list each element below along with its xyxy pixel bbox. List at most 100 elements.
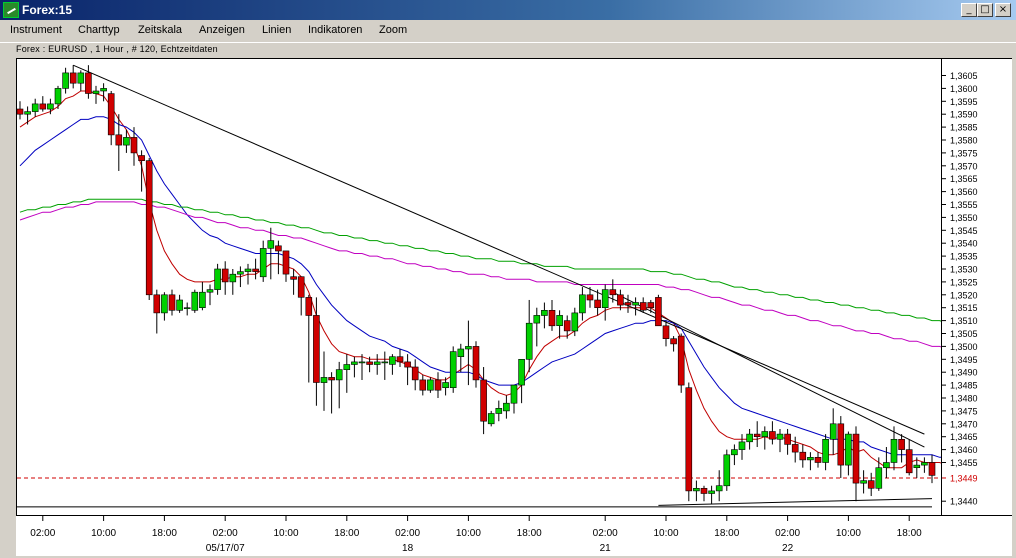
- candle-body: [161, 294, 168, 314]
- candle-body: [655, 297, 662, 327]
- y-tick-label: 1,3555: [950, 200, 978, 210]
- candle-body: [525, 322, 533, 360]
- candle-body: [320, 377, 328, 383]
- candle-body: [571, 312, 579, 332]
- candle-body: [396, 356, 404, 363]
- candle: [351, 356, 358, 378]
- candle: [807, 452, 814, 471]
- candle-body: [191, 291, 199, 311]
- candle-body: [480, 379, 487, 422]
- candle: [503, 395, 510, 419]
- candle: [297, 276, 305, 316]
- y-tick-label: 1,3455: [950, 458, 978, 468]
- candle-body: [632, 302, 639, 306]
- x-tick-label: 18:00: [517, 528, 542, 539]
- candle: [693, 480, 700, 502]
- candle: [259, 240, 267, 282]
- candle-body: [845, 433, 852, 466]
- candle: [662, 320, 670, 347]
- candle-body: [123, 137, 130, 146]
- price-chart[interactable]: 1,3605 1,3600 1,3595 1,3590 1,3585 1,3580 1,35…: [0, 0, 1016, 558]
- y-tick-label: 1,3440: [950, 497, 978, 507]
- x-tick-label: 10:00: [653, 528, 678, 539]
- candle-body: [214, 268, 221, 290]
- candle-body: [700, 487, 708, 494]
- candle: [282, 250, 290, 282]
- y-tick-label: 1,3480: [950, 394, 978, 404]
- candle: [328, 372, 335, 414]
- candle-body: [822, 438, 829, 463]
- candle: [313, 297, 320, 406]
- candle: [624, 294, 632, 313]
- y-tick-label: 1,3530: [950, 265, 978, 275]
- y-tick-label: 1,3525: [950, 277, 978, 287]
- indicator-line-3: [19, 201, 941, 348]
- candle: [161, 292, 168, 321]
- candle-body: [883, 462, 890, 468]
- candle: [176, 294, 183, 313]
- candle-body: [168, 294, 176, 311]
- candle: [632, 297, 639, 316]
- candle: [404, 354, 411, 386]
- candle: [373, 354, 381, 375]
- candle-body: [928, 462, 936, 476]
- candle: [829, 408, 837, 455]
- candle: [24, 106, 31, 125]
- x-tick-label: 10:00: [91, 528, 116, 539]
- candle: [609, 279, 617, 303]
- candle: [860, 470, 867, 494]
- candle: [845, 431, 852, 476]
- candle-body: [624, 302, 632, 306]
- candle-body: [366, 361, 373, 365]
- candle-body: [738, 441, 746, 450]
- candle-body: [297, 276, 305, 298]
- candle-body: [533, 315, 541, 324]
- candle-body: [510, 384, 518, 404]
- candle: [837, 416, 845, 478]
- y-tick-label: 1,3570: [950, 161, 978, 171]
- x-tick-label: 02:00: [593, 528, 618, 539]
- candle: [518, 358, 525, 404]
- y-tick-label: 1,3565: [950, 174, 978, 184]
- candle-body: [556, 315, 563, 326]
- candle-body: [495, 407, 503, 414]
- candle: [31, 98, 39, 117]
- candle-body: [579, 294, 586, 314]
- candle: [85, 65, 92, 99]
- candle: [92, 85, 100, 104]
- y-tick-label: 1,3475: [950, 406, 978, 416]
- candle: [746, 428, 753, 450]
- candle: [715, 470, 723, 502]
- candle-body: [609, 289, 617, 296]
- x-tick-label: 10:00: [273, 528, 298, 539]
- candle-body: [373, 361, 381, 365]
- candle: [434, 372, 442, 398]
- candle: [229, 269, 237, 295]
- candle-body: [776, 433, 784, 440]
- candle-body: [404, 361, 411, 368]
- y-tick-label: 1,3515: [950, 303, 978, 313]
- candle: [738, 434, 746, 460]
- candle-body: [677, 335, 685, 386]
- candle: [898, 434, 905, 463]
- candle: [290, 269, 297, 295]
- candle-body: [586, 294, 594, 301]
- candle: [206, 284, 214, 306]
- candle: [199, 281, 206, 311]
- candle-body: [784, 433, 791, 445]
- y-tick-label: 1,3490: [950, 368, 978, 378]
- x-tick-label: 10:00: [456, 528, 481, 539]
- candle-body: [92, 90, 100, 94]
- candle-body: [69, 72, 77, 84]
- candle-body: [708, 490, 715, 494]
- candle: [39, 96, 47, 112]
- y-tick-label: 1,3500: [950, 342, 978, 352]
- candle-body: [176, 299, 183, 311]
- candle-body: [77, 72, 85, 84]
- candle-body: [647, 302, 655, 308]
- candle-body: [662, 325, 670, 339]
- candle-body: [807, 456, 814, 461]
- candle-body: [100, 88, 107, 92]
- candle: [617, 289, 624, 311]
- app-window: Forex:15 _ □ × Instrument Charttyp Zeits…: [0, 0, 1016, 558]
